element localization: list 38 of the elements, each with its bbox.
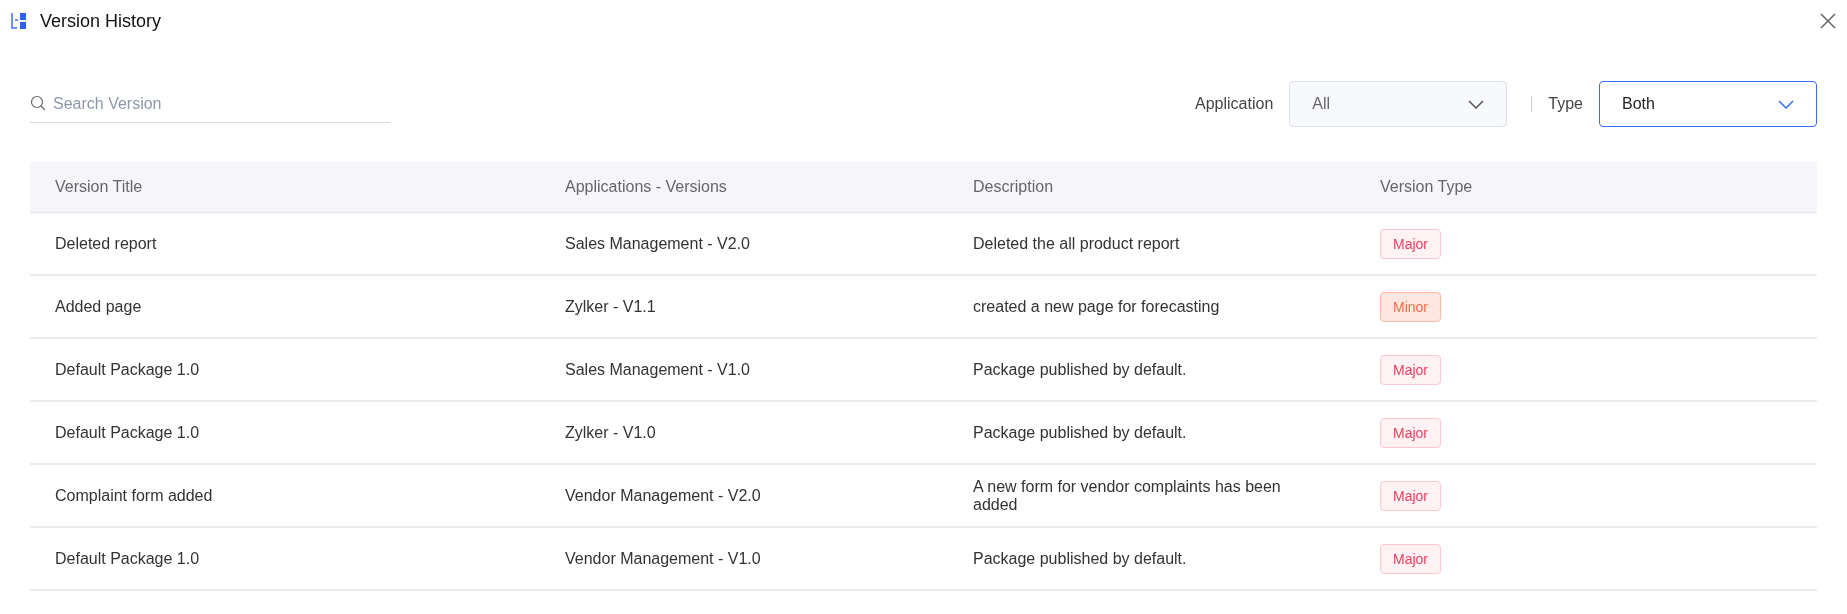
version-type-badge: Minor [1380,291,1441,322]
filter-label: Type [1548,95,1583,113]
column-header: Version Title [54,178,144,196]
chevron-down-icon [1468,99,1485,109]
search-icon [30,95,47,112]
table-cell-text: Deleted the all product report [972,234,1181,253]
filter-label: Application [1195,95,1274,113]
version-type-badge: Major [1380,543,1441,574]
table-cell-text: Vendor Management - V1.0 [564,549,762,568]
version-type-badge: Major [1380,480,1441,511]
version-type-badge: Major [1380,354,1441,385]
table-cell-text: Zylker - V1.0 [564,423,657,442]
table-cell-text: Package published by default. [972,360,1188,379]
version-type-badge: Major [1380,228,1441,259]
close-icon[interactable] [1819,12,1837,30]
column-header: Version Type [1379,178,1474,196]
filter-dropdown[interactable]: Both [1599,81,1817,127]
column-header: Description [972,178,1055,196]
version-type-badge: Major [1380,417,1441,448]
table-cell-text: Sales Management - V2.0 [564,234,751,253]
table-cell-text: Package published by default. [972,423,1188,442]
table-cell-text: created a new page for forecasting [972,297,1221,316]
table-cell-text: Complaint form added [54,486,214,505]
table-cell-text: Default Package 1.0 [54,549,201,568]
table-cell-text: Deleted report [54,234,158,253]
table-cell-text: Package published by default. [972,549,1188,568]
table-cell-text: Default Package 1.0 [54,360,201,379]
window-title: Version History [40,10,162,32]
table-cell-text: Sales Management - V1.0 [564,360,751,379]
app-logo-icon [10,12,28,30]
table-cell-text: A new form for vendor complaints has been added [972,477,1282,514]
table-cell-text: Default Package 1.0 [54,423,201,442]
table-cell-text: Vendor Management - V2.0 [564,486,762,505]
table-cell-text: Added page [54,297,143,316]
column-header: Applications - Versions [564,178,728,196]
filter-dropdown[interactable]: All [1289,81,1508,127]
table-cell-text: Zylker - V1.1 [564,297,657,316]
chevron-down-icon [1778,99,1794,109]
